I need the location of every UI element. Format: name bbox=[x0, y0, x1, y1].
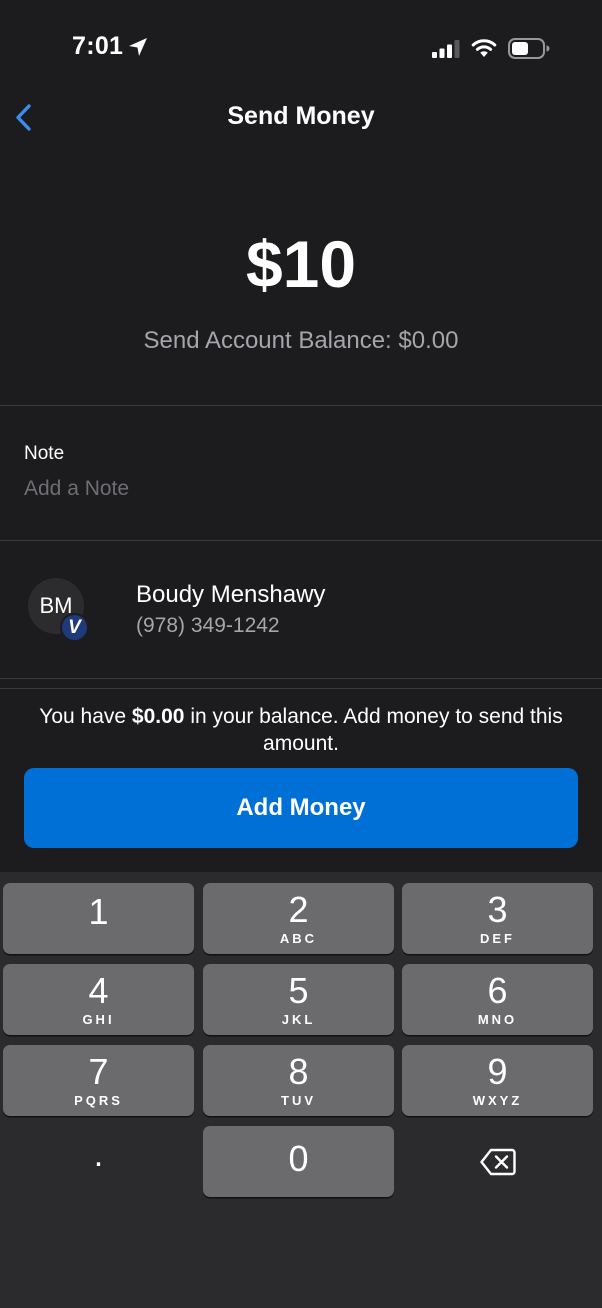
divider bbox=[0, 405, 602, 406]
recipient-phone: (978) 349-1242 bbox=[136, 614, 280, 637]
venmo-badge-letter: V bbox=[68, 616, 81, 638]
status-time: 7:01 bbox=[72, 32, 124, 60]
cellular-signal-icon bbox=[432, 40, 460, 58]
location-arrow-icon bbox=[129, 38, 147, 56]
status-bar: 7:01 bbox=[0, 0, 602, 96]
page-title: Send Money bbox=[227, 102, 375, 130]
key-7[interactable]: 7 PQRS bbox=[3, 1045, 194, 1116]
divider bbox=[0, 540, 602, 541]
key-letters: JKL bbox=[281, 1012, 316, 1027]
key-digit: . bbox=[93, 1136, 104, 1174]
wifi-icon bbox=[471, 39, 497, 57]
key-digit: 0 bbox=[288, 1138, 309, 1179]
key-5[interactable]: 5 JKL bbox=[203, 964, 394, 1035]
key-1[interactable]: 1 bbox=[3, 883, 194, 954]
key-2[interactable]: 2 ABC bbox=[203, 883, 394, 954]
recipient-name: Boudy Menshawy bbox=[136, 581, 326, 608]
key-8[interactable]: 8 TUV bbox=[203, 1045, 394, 1116]
key-letters: MNO bbox=[477, 1012, 518, 1027]
key-digit: 1 bbox=[88, 891, 109, 932]
key-3[interactable]: 3 DEF bbox=[402, 883, 593, 954]
backspace-icon bbox=[480, 1148, 516, 1176]
key-digit: 9 bbox=[487, 1051, 508, 1092]
balance-message-suffix: in your balance. Add money to send this … bbox=[184, 705, 563, 755]
key-digit: 5 bbox=[288, 970, 309, 1011]
divider bbox=[0, 678, 602, 679]
key-digit: 4 bbox=[88, 970, 109, 1011]
balance-message: You have $0.00 in your balance. Add mone… bbox=[20, 703, 582, 757]
key-digit: 3 bbox=[487, 889, 508, 930]
balance-message-prefix: You have bbox=[39, 705, 132, 728]
key-digit: 7 bbox=[88, 1051, 109, 1092]
send-account-balance: Send Account Balance: $0.00 bbox=[143, 327, 459, 354]
key-6[interactable]: 6 MNO bbox=[402, 964, 593, 1035]
key-letters: GHI bbox=[82, 1012, 115, 1027]
key-letters: WXYZ bbox=[472, 1093, 523, 1108]
key-0[interactable]: 0 bbox=[203, 1126, 394, 1197]
key-letters: TUV bbox=[281, 1093, 316, 1108]
note-input[interactable] bbox=[24, 474, 564, 504]
note-label: Note bbox=[24, 443, 65, 464]
key-delete[interactable] bbox=[402, 1126, 593, 1197]
numeric-keypad: 1 2 ABC 3 DEF 4 GHI 5 JKL 6 MNO 7 PQRS 8… bbox=[0, 872, 602, 1308]
amount-display: $10 bbox=[245, 227, 357, 301]
battery-icon bbox=[508, 38, 550, 59]
key-digit: 8 bbox=[288, 1051, 309, 1092]
balance-message-amount: $0.00 bbox=[131, 705, 185, 728]
divider bbox=[0, 688, 602, 689]
key-letters: ABC bbox=[279, 931, 318, 946]
key-decimal[interactable]: . bbox=[3, 1126, 194, 1197]
add-money-button[interactable]: Add Money bbox=[24, 768, 578, 848]
key-9[interactable]: 9 WXYZ bbox=[402, 1045, 593, 1116]
venmo-badge-icon: V bbox=[60, 613, 89, 642]
key-4[interactable]: 4 GHI bbox=[3, 964, 194, 1035]
key-letters: PQRS bbox=[74, 1093, 123, 1108]
key-digit: 6 bbox=[487, 970, 508, 1011]
key-digit: 2 bbox=[288, 889, 309, 930]
key-letters: DEF bbox=[480, 931, 515, 946]
